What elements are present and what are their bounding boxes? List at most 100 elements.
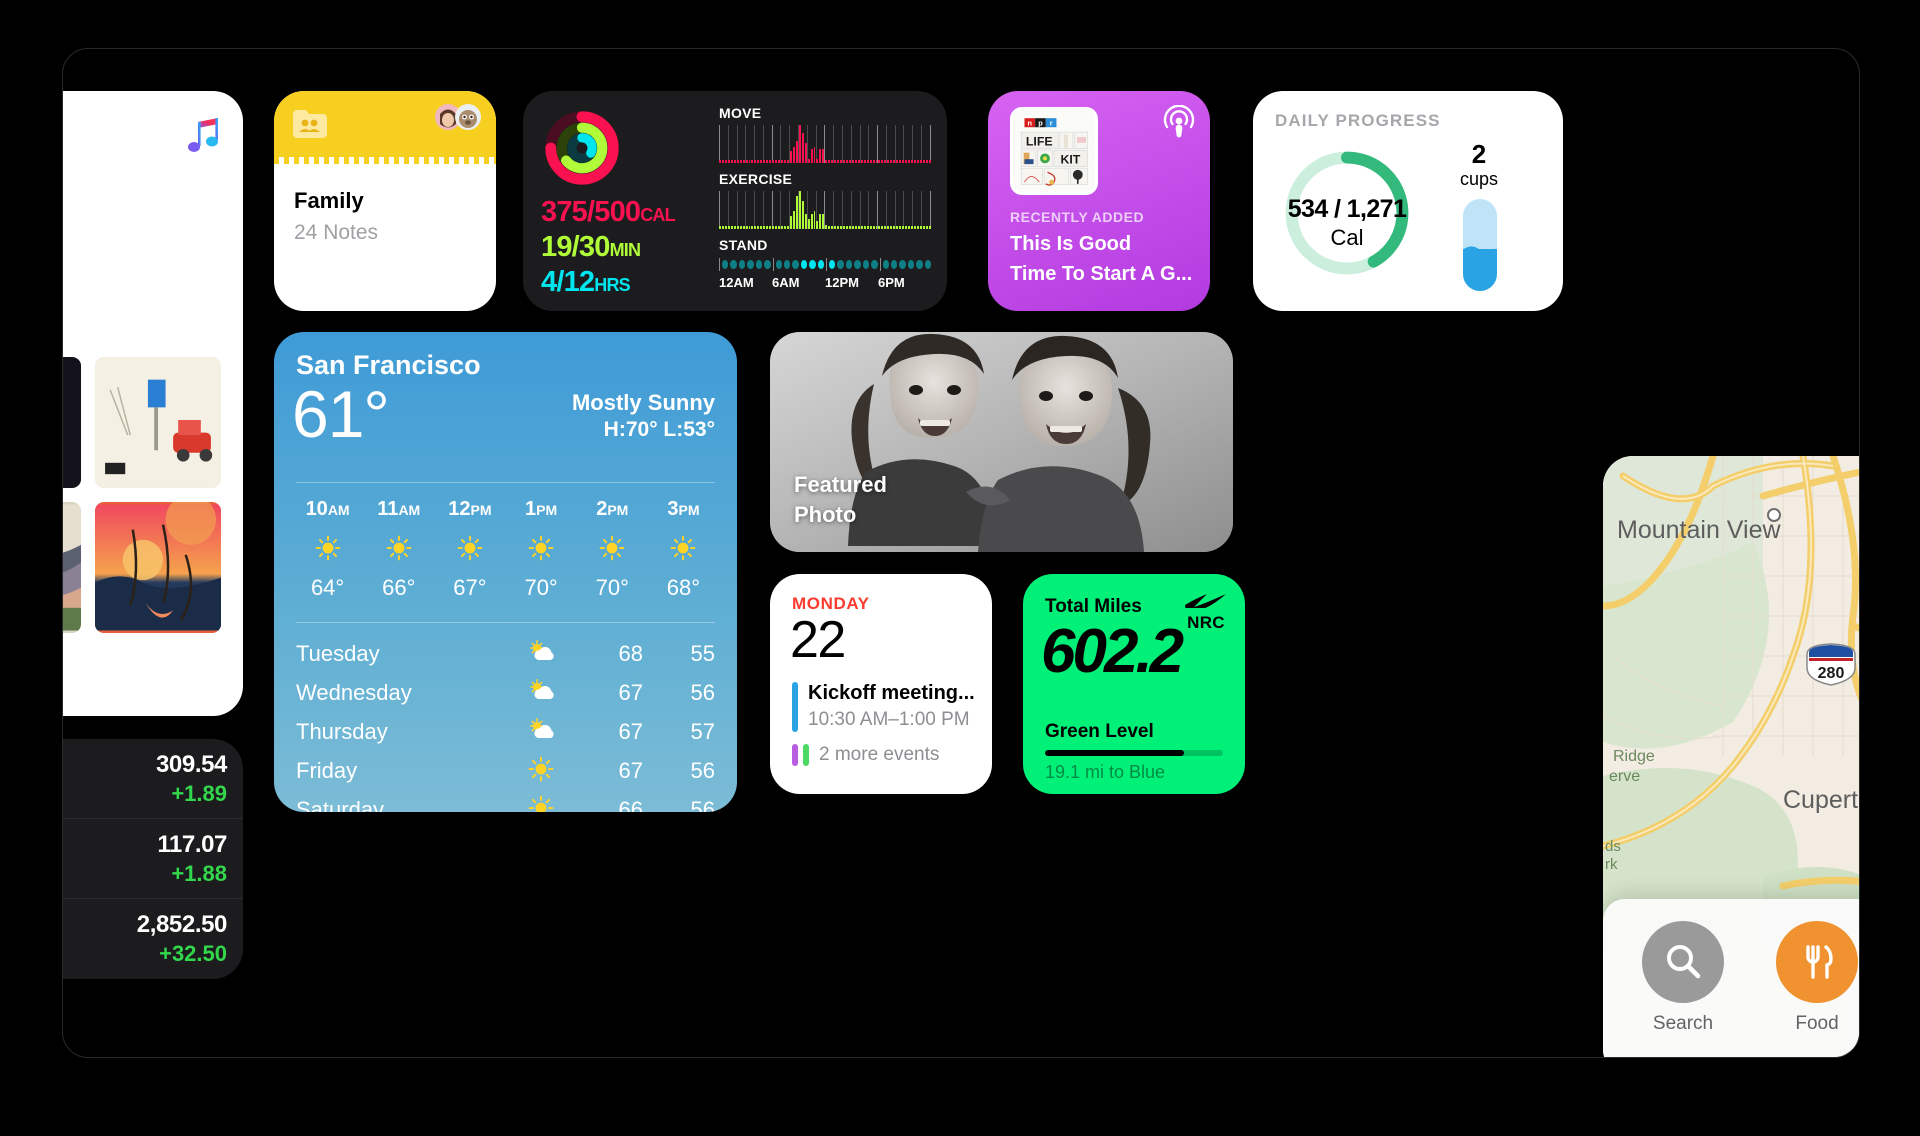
stock-change: +1.88	[171, 861, 227, 886]
chart-sep	[772, 257, 774, 271]
chart-bar	[766, 159, 769, 163]
chart-bar	[778, 225, 781, 229]
chart-bar	[789, 150, 792, 163]
podcasts-icon	[1163, 105, 1195, 138]
chart-bar	[910, 225, 913, 229]
album-art-1[interactable]	[63, 357, 81, 488]
chart-bar	[896, 225, 899, 229]
chart-label-exercise: EXERCISE	[719, 171, 793, 187]
album-art-4[interactable]	[95, 502, 221, 633]
weather-day-low: 56	[690, 796, 715, 813]
weather-day-row: Thursday 67 57	[296, 712, 715, 751]
notes-perforation	[274, 157, 496, 164]
stand-dot	[907, 259, 915, 269]
chart-bar	[739, 225, 742, 229]
chart-bar	[902, 225, 905, 229]
weather-day-low: 56	[690, 757, 715, 783]
table-row[interactable]: 309.54 +1.89	[63, 739, 243, 819]
music-album-grid[interactable]	[63, 343, 243, 633]
chart-bar	[760, 159, 763, 163]
map-action-label: Food	[1795, 1013, 1839, 1034]
chart-bar	[851, 159, 854, 163]
activity-rings-icon	[545, 111, 619, 185]
widget-notes-family[interactable]: Family 24 Notes	[274, 91, 496, 311]
chart-bar	[730, 225, 733, 229]
more-events-label: 2 more events	[819, 744, 940, 765]
widget-apple-music[interactable]: LY PLAYED matica Gaga	[63, 91, 243, 716]
chart-bar	[925, 159, 928, 163]
weather-day-low: 56	[690, 679, 715, 705]
food-icon[interactable]	[1776, 921, 1858, 1003]
widget-daily-progress[interactable]: DAILY PROGRESS 534 / 1,271 Cal 2 cups	[1253, 91, 1563, 311]
sun-icon	[671, 535, 696, 561]
weather-current-temp: 61°	[292, 377, 390, 451]
weather-hour-label: 10AM	[305, 498, 350, 520]
chart-bar	[834, 225, 837, 229]
sun-icon	[292, 535, 363, 565]
activity-stand-stat: 4/12HRS	[541, 265, 631, 298]
event-color-bar	[792, 744, 798, 766]
chart-bar	[893, 159, 896, 163]
music-top: LY PLAYED matica Gaga	[63, 91, 243, 341]
widget-maps[interactable]: Mountain View Cupertino S Saratog Ridge …	[1603, 456, 1859, 1057]
nrc-brand-text: NRC	[1187, 613, 1225, 632]
chart-bar	[872, 159, 875, 163]
chart-bar	[769, 159, 772, 163]
weather-hour-cell: 12PM 67°	[434, 498, 505, 601]
widget-gallery-canvas: LY PLAYED matica Gaga	[62, 48, 1860, 1058]
calendar-more-events[interactable]: 2 more events	[792, 744, 939, 766]
notes-header	[274, 91, 496, 164]
chart-bar	[804, 142, 807, 163]
stand-dot	[829, 259, 836, 269]
widget-podcasts[interactable]: n p r LIFE KIT RECENTLY ADDED This Is Go…	[988, 91, 1210, 311]
svg-text:KIT: KIT	[1060, 152, 1080, 166]
table-row[interactable]: 2,852.50 +32.50	[63, 899, 243, 979]
map-label-reserve: erve	[1609, 768, 1641, 785]
map-action-food[interactable]: Food	[1769, 921, 1859, 1035]
water-cups-value: 2	[1471, 139, 1487, 169]
chart-bar	[893, 225, 896, 229]
chart-bar	[772, 159, 775, 163]
stock-change: +1.89	[171, 781, 227, 806]
nrc-label: Total Miles	[1045, 596, 1142, 617]
chart-bar	[813, 147, 816, 163]
chart-sep	[719, 257, 720, 271]
nrc-progress-bar	[1045, 750, 1223, 756]
water-cups-label: cups	[1459, 169, 1499, 189]
nrc-level: Green Level	[1045, 721, 1154, 742]
map-action-search[interactable]: Search	[1635, 921, 1731, 1035]
weather-hour-temp: 70°	[595, 575, 629, 600]
stand-dot	[747, 259, 754, 269]
widget-photos[interactable]: Featured Photo	[770, 332, 1233, 552]
event-color-bar	[803, 744, 809, 766]
chart-bar	[822, 148, 825, 163]
chart-bar	[819, 148, 822, 163]
chart-bar	[887, 159, 890, 163]
album-art-2[interactable]	[95, 357, 221, 488]
weather-hour-label: 3PM	[667, 498, 700, 520]
weather-condition: Mostly Sunny	[571, 390, 715, 415]
chart-bar	[875, 225, 878, 229]
chart-bar	[763, 225, 766, 229]
widget-weather[interactable]: San Francisco 61° Mostly Sunny H:70° L:5…	[274, 332, 737, 812]
widget-calendar[interactable]: MONDAY 22 Kickoff meeting... 10:30 AM–1:…	[770, 574, 992, 794]
search-icon[interactable]	[1642, 921, 1724, 1003]
chart-bar	[848, 225, 851, 229]
widget-stocks[interactable]: 309.54 +1.89 117.07 +1.88 2,852.50 +32.5…	[63, 739, 243, 979]
map-city-dot	[1767, 508, 1781, 522]
widget-activity[interactable]: 375/500CAL 19/30MIN 4/12HRS MOVE EXERCIS…	[523, 91, 947, 311]
weather-hour-temp: 64°	[310, 575, 345, 600]
chart-bar	[834, 159, 837, 163]
weather-day-row: Tuesday 68 55	[296, 634, 715, 673]
album-art-3[interactable]	[63, 502, 81, 633]
table-row[interactable]: 117.07 +1.88	[63, 819, 243, 899]
calendar-event[interactable]: Kickoff meeting... 10:30 AM–1:00 PM	[792, 682, 975, 732]
sun-cloud-icon	[530, 717, 554, 738]
chart-bar	[742, 159, 745, 163]
chart-bar	[828, 159, 831, 163]
sun-icon	[577, 535, 648, 565]
water-fill	[1463, 249, 1497, 291]
chart-bar	[863, 225, 866, 229]
widget-nike-run-club[interactable]: Total Miles NRC 602.2 Green Level 19.1 m…	[1023, 574, 1245, 794]
sun-icon	[386, 535, 412, 561]
